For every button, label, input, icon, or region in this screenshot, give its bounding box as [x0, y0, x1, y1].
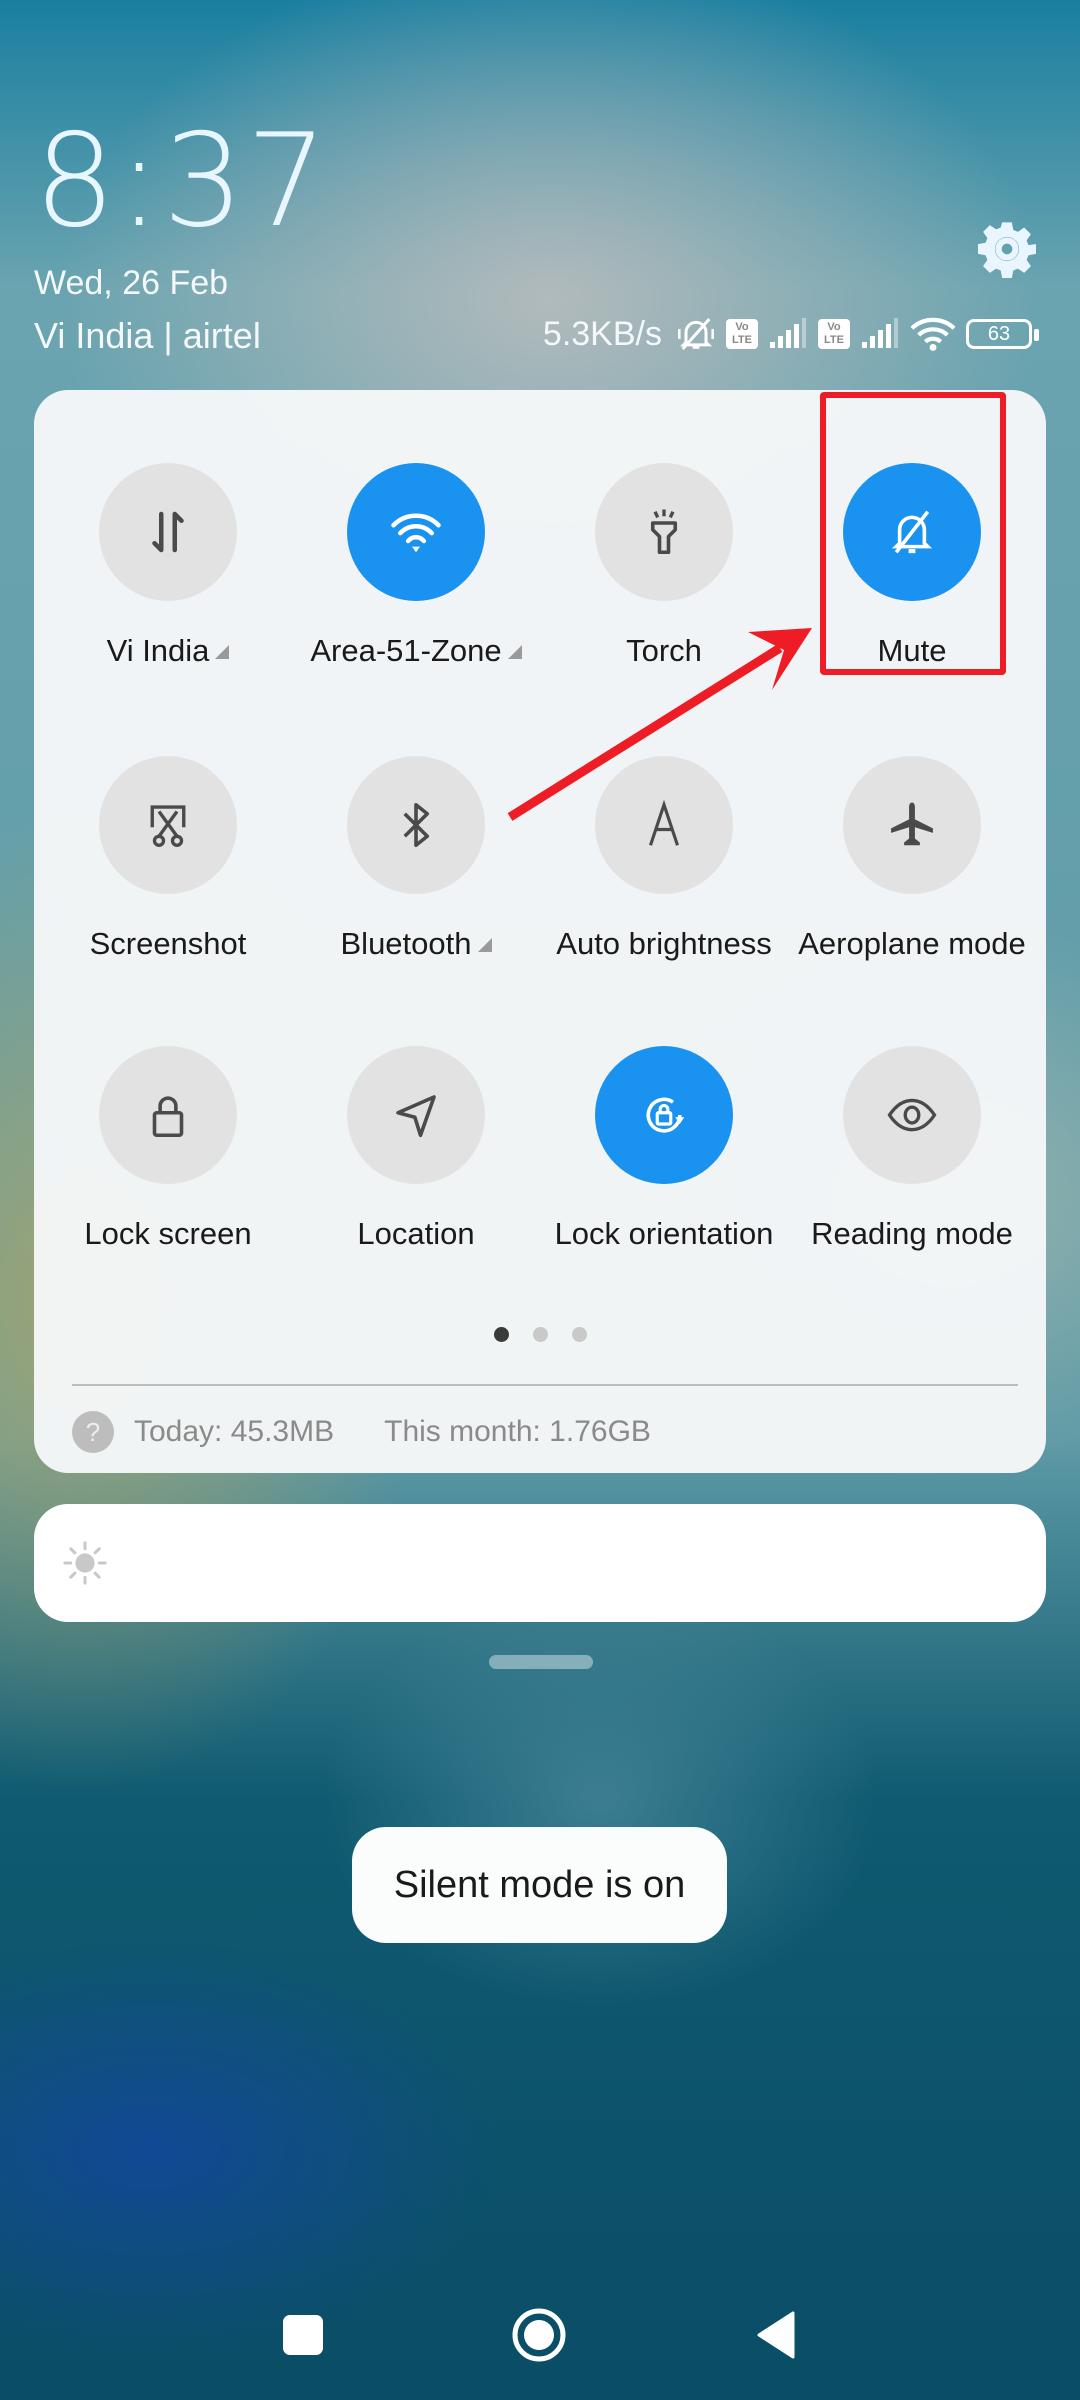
tile-auto-brightness[interactable]: Auto brightness [540, 756, 788, 964]
expand-indicator-icon[interactable] [477, 938, 492, 952]
tile-screenshot[interactable]: Screenshot [44, 756, 292, 964]
tile-aeroplane-mode[interactable]: Aeroplane mode [788, 756, 1036, 964]
highlight-box [820, 392, 1006, 675]
aeroplane-icon [891, 802, 933, 846]
location-icon [396, 1095, 436, 1138]
eye-icon [887, 1098, 937, 1132]
back-button[interactable] [732, 2290, 822, 2380]
data-usage-month: This month: 1.76GB [384, 1415, 651, 1448]
tile-label: Reading mode [811, 1216, 1013, 1251]
tile-area-51-zone-button[interactable] [347, 463, 485, 601]
volte-icon: Vo LTE [726, 319, 758, 349]
date[interactable]: Wed, 26 Feb [34, 264, 228, 303]
tile-location-button[interactable] [347, 1046, 485, 1184]
tile-bluetooth-button[interactable] [347, 756, 485, 894]
tile-auto-brightness-button[interactable] [595, 756, 733, 894]
tile-lock-orientation[interactable]: Lock orientation [540, 1046, 788, 1254]
tile-label: Bluetooth [292, 924, 540, 964]
tile-torch-button[interactable] [595, 463, 733, 601]
recents-icon [283, 2315, 323, 2355]
tile-aeroplane-mode-button[interactable] [843, 756, 981, 894]
battery-icon: 63 [966, 319, 1039, 349]
help-icon[interactable]: ? [72, 1411, 114, 1453]
data-usage-today: Today: 45.3MB [134, 1415, 335, 1448]
page-dot-3[interactable] [571, 1327, 587, 1342]
mobile-data-icon [152, 511, 184, 553]
tile-label: Lock orientation [554, 1216, 774, 1251]
tile-label: Location [357, 1216, 475, 1251]
volte-icon: Vo LTE [818, 319, 850, 349]
gear-icon[interactable] [978, 220, 1036, 278]
bluetooth-icon [403, 802, 430, 848]
screenshot-icon [150, 805, 186, 847]
wifi-icon [910, 317, 956, 351]
tile-label: Area-51-Zone [292, 631, 540, 671]
auto-brightness-icon [649, 799, 679, 846]
wifi-icon [391, 513, 441, 553]
tile-label: Aeroplane mode [798, 926, 1026, 961]
clock[interactable]: 8:37 [34, 118, 329, 246]
tile-vi-india-button[interactable] [99, 463, 237, 601]
tile-screenshot-button[interactable] [99, 756, 237, 894]
lock-icon [152, 1096, 184, 1138]
mute-bell-icon [678, 318, 714, 350]
back-icon [757, 2311, 795, 2359]
tile-reading-mode-button[interactable] [843, 1046, 981, 1184]
tile-lock-screen-button[interactable] [99, 1046, 237, 1184]
tile-label: Torch [626, 633, 702, 668]
tile-label: Screenshot [89, 926, 247, 961]
torch-icon [650, 509, 678, 555]
sun-icon [63, 1541, 107, 1585]
signal-icon [862, 318, 898, 348]
drag-handle[interactable] [489, 1655, 593, 1669]
home-button[interactable] [494, 2290, 584, 2380]
divider [72, 1384, 1018, 1386]
home-icon [512, 2308, 566, 2362]
tile-label: Auto brightness [556, 926, 772, 961]
carrier-name: Vi India | airtel [34, 315, 261, 356]
tile-location[interactable]: Location [292, 1046, 540, 1254]
recents-button[interactable] [258, 2290, 348, 2380]
toast-message: Silent mode is on [352, 1827, 727, 1943]
brightness-slider[interactable] [34, 1504, 1046, 1622]
status-bar-icons: 5.3KB/s Vo LTE Vo LTE 63 [543, 312, 1040, 356]
expand-indicator-icon[interactable] [215, 645, 230, 659]
page-indicator[interactable] [34, 1327, 1046, 1342]
network-speed: 5.3KB/s [542, 314, 662, 353]
tile-torch[interactable]: Torch [540, 463, 788, 671]
page-dot-2[interactable] [532, 1327, 548, 1342]
expand-indicator-icon[interactable] [507, 645, 522, 659]
tile-area-51-zone[interactable]: Area-51-Zone [292, 463, 540, 671]
tile-bluetooth[interactable]: Bluetooth [292, 756, 540, 964]
tile-reading-mode[interactable]: Reading mode [788, 1046, 1036, 1254]
tile-lock-screen[interactable]: Lock screen [44, 1046, 292, 1254]
rotation-lock-icon [646, 1097, 685, 1133]
page-dot-1[interactable] [493, 1327, 509, 1342]
data-usage[interactable]: ? Today: 45.3MB This month: 1.76GB [72, 1410, 651, 1454]
tile-label: Vi India [44, 631, 292, 671]
signal-icon [770, 318, 806, 348]
tile-label: Lock screen [84, 1216, 252, 1251]
tile-lock-orientation-button[interactable] [595, 1046, 733, 1184]
tile-vi-india[interactable]: Vi India [44, 463, 292, 671]
